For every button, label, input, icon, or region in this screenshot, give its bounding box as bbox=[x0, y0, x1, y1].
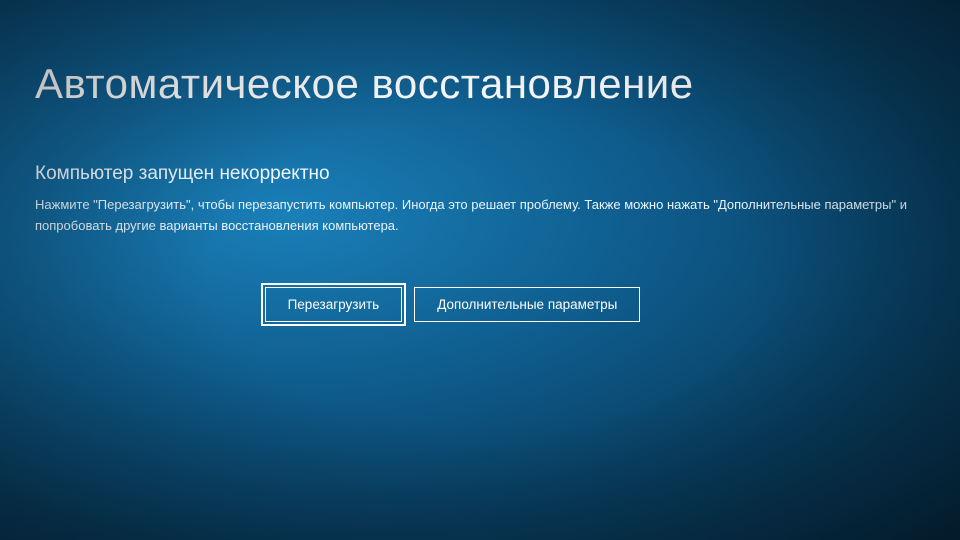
button-row: Перезагрузить Дополнительные параметры bbox=[35, 287, 910, 322]
error-description: Нажмите "Перезагрузить", чтобы перезапус… bbox=[35, 195, 910, 237]
recovery-screen: Автоматическое восстановление Компьютер … bbox=[0, 0, 960, 322]
advanced-options-button[interactable]: Дополнительные параметры bbox=[414, 287, 640, 322]
page-title: Автоматическое восстановление bbox=[35, 60, 910, 108]
restart-button[interactable]: Перезагрузить bbox=[265, 287, 403, 322]
error-subtitle: Компьютер запущен некорректно bbox=[35, 163, 910, 185]
